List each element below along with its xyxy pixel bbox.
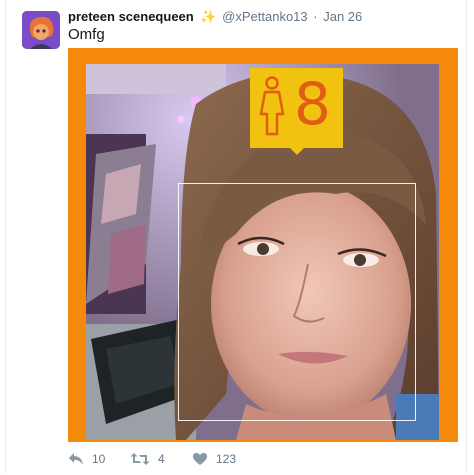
tweet-text: Omfg [68,26,105,43]
retweet-icon [130,453,150,465]
female-icon [259,76,285,136]
like-button[interactable]: 123 [192,449,236,469]
sparkles-icon: ✨ [200,9,217,24]
heart-icon [193,453,207,465]
like-count: 123 [216,452,237,466]
display-name[interactable]: preteen scenequeen [68,9,194,24]
media-image[interactable]: 8 [68,48,458,442]
reply-count: 10 [92,452,106,466]
avatar[interactable] [22,11,60,49]
tweet-actions: 10 4 123 [68,449,448,469]
username[interactable]: @xPettanko13 [222,9,307,24]
tweet-card[interactable]: preteen scenequeen ✨ @xPettanko13 · Jan … [5,0,467,474]
face-detection-box [178,183,416,421]
reply-icon [68,453,83,465]
retweet-count: 4 [158,452,165,466]
retweet-button[interactable]: 4 [130,449,165,469]
age-badge: 8 [250,68,343,155]
separator-dot: · [313,9,318,24]
reply-button[interactable]: 10 [68,449,105,469]
avatar-image [22,11,60,49]
estimated-age: 8 [294,70,331,138]
tweet-header: preteen scenequeen ✨ @xPettanko13 · Jan … [68,9,362,25]
tweet-date[interactable]: Jan 26 [323,9,362,24]
